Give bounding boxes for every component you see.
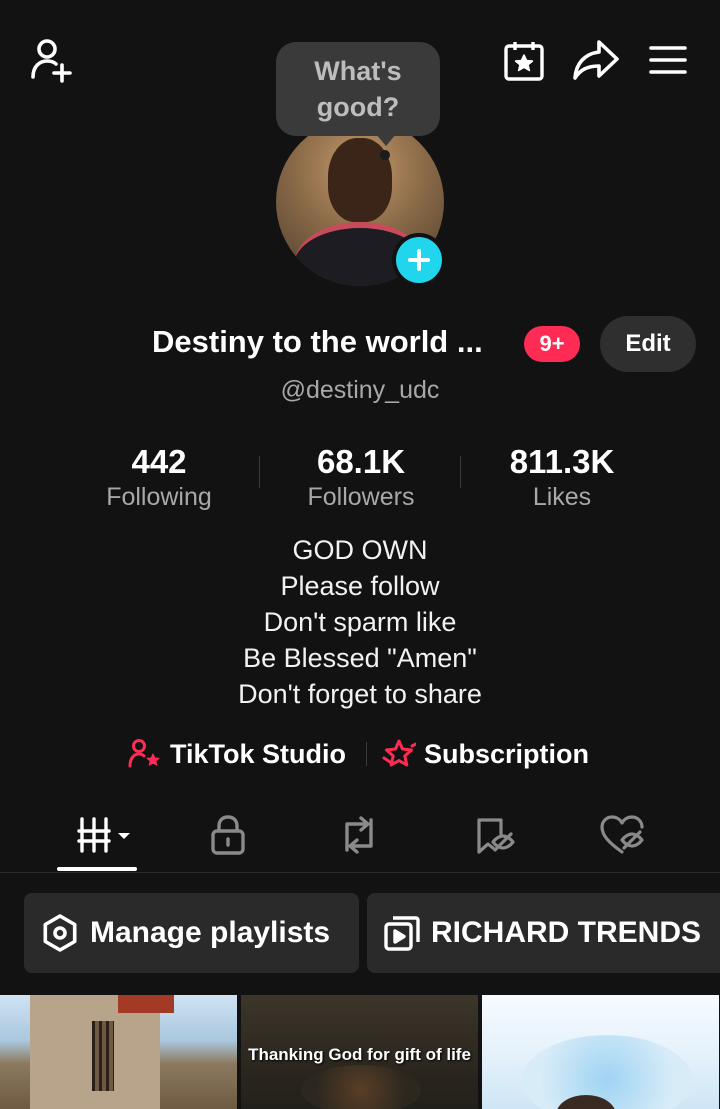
thumb-roof: [118, 995, 174, 1013]
studio-person-star-icon: [128, 739, 160, 768]
person-plus-icon: [31, 39, 72, 83]
hamburger-menu-icon: [649, 46, 687, 74]
bubble-dot: [380, 150, 390, 160]
subscription-star-icon: [382, 739, 416, 767]
share-button[interactable]: [570, 36, 622, 84]
tabs-divider: [0, 872, 720, 873]
repost-icon: [345, 816, 373, 854]
bio-line: Please follow: [280, 571, 440, 601]
display-name: Destiny to the world ...: [152, 324, 483, 359]
active-tab-indicator: [57, 867, 137, 871]
bubble-line-1: What's: [314, 56, 402, 86]
following-label: Following: [106, 483, 212, 511]
tab-liked[interactable]: [550, 800, 694, 870]
manage-playlists-label: Manage playlists: [90, 916, 331, 949]
following-count: 442: [131, 443, 187, 480]
notification-badge[interactable]: 9+: [524, 326, 580, 362]
tab-reposts[interactable]: [287, 800, 431, 870]
video-caption: Thanking God for gift of life: [248, 1045, 471, 1064]
edit-profile-button[interactable]: Edit: [600, 316, 696, 372]
playlist-richard-trends[interactable]: RICHARD TRENDS: [367, 893, 720, 973]
video-thumbnail[interactable]: Thanking God for gift of life: [241, 995, 478, 1109]
bio-line: Don't sparm like: [263, 607, 457, 637]
bubble-tail: [376, 134, 396, 146]
thumb-background: [301, 1065, 421, 1109]
bio-line: GOD OWN: [292, 535, 428, 565]
bio-line: Don't forget to share: [238, 679, 482, 709]
stat-divider: [460, 456, 461, 488]
stat-likes[interactable]: 811.3K Likes: [462, 442, 662, 512]
likes-label: Likes: [532, 483, 592, 511]
status-bubble[interactable]: What's good?: [276, 42, 440, 136]
bio-line: Be Blessed "Amen": [243, 643, 477, 673]
manage-playlists-button[interactable]: Manage playlists: [24, 893, 359, 973]
share-arrow-icon: [573, 40, 619, 80]
name-row: Destiny to the world ... 9+ Edit: [0, 316, 720, 372]
menu-button[interactable]: [646, 40, 690, 80]
tab-favorites[interactable]: [421, 800, 565, 870]
followers-label: Followers: [307, 483, 415, 511]
add-friend-button[interactable]: [26, 36, 78, 84]
username: @destiny_udc: [280, 376, 440, 404]
tab-videos[interactable]: [32, 800, 176, 870]
thumb-window: [92, 1021, 114, 1091]
stat-divider: [259, 456, 260, 488]
thumb-background: [522, 1035, 692, 1109]
gear-icon: [43, 914, 77, 952]
plus-icon: [408, 249, 430, 271]
bio: GOD OWN Please follow Don't sparm like B…: [0, 532, 720, 712]
playlist-icon: [384, 916, 420, 951]
liked-hidden-icon: [600, 815, 644, 854]
saved-hidden-icon: [477, 818, 515, 854]
link-divider: [366, 742, 367, 766]
followers-count: 68.1K: [316, 443, 406, 480]
subscription-link[interactable]: Subscription: [382, 736, 589, 772]
video-thumbnail[interactable]: [0, 995, 237, 1109]
calendar-button[interactable]: [500, 38, 548, 84]
richard-trends-label: RICHARD TRENDS: [431, 916, 701, 949]
private-lock-icon: [211, 815, 245, 855]
video-thumbnail[interactable]: [482, 995, 719, 1109]
tab-private[interactable]: [156, 800, 300, 870]
stat-following[interactable]: 442 Following: [59, 442, 259, 512]
videos-grid-icon: [77, 817, 130, 853]
stat-followers[interactable]: 68.1K Followers: [261, 442, 461, 512]
subscription-label: Subscription: [424, 738, 590, 769]
tiktok-studio-label: TikTok Studio: [170, 738, 347, 769]
add-story-button[interactable]: [392, 233, 446, 287]
calendar-star-icon: [504, 42, 544, 81]
likes-count: 811.3K: [509, 443, 615, 480]
tiktok-studio-link[interactable]: TikTok Studio: [128, 736, 346, 772]
bubble-line-2: good?: [316, 92, 400, 122]
